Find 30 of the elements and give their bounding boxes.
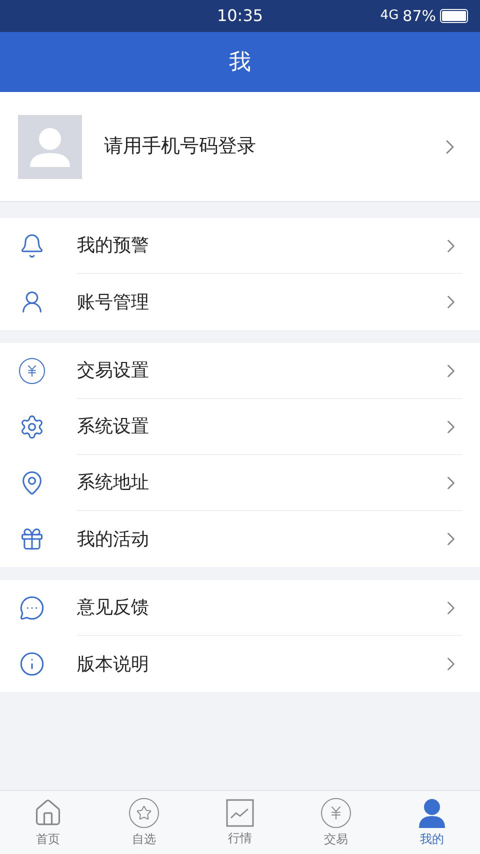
menu-item[interactable]: 意见反馈 xyxy=(0,580,480,636)
menu-item[interactable]: 版本说明 xyxy=(0,636,480,692)
yen-icon xyxy=(321,798,351,828)
home-icon xyxy=(33,798,63,828)
chat-bubble-icon xyxy=(19,595,45,621)
menu-item[interactable]: 我的活动 xyxy=(0,511,480,567)
tab[interactable]: 行情 xyxy=(192,791,288,854)
settings-icon xyxy=(19,414,45,440)
yen-icon xyxy=(19,358,45,384)
network-label: 4G xyxy=(380,7,399,26)
login-row[interactable]: 请用手机号码登录 xyxy=(0,92,480,202)
status-time: 10:35 xyxy=(216,5,264,27)
page-title: 我 xyxy=(229,48,251,76)
tab[interactable]: 首页 xyxy=(0,791,96,854)
chart-icon xyxy=(226,798,254,826)
menu-item[interactable]: 账号管理 xyxy=(0,274,480,330)
battery-icon xyxy=(440,9,468,23)
gift-icon xyxy=(19,526,45,552)
tab[interactable]: 自选 xyxy=(96,791,192,854)
info-icon xyxy=(19,651,45,677)
avatar-icon xyxy=(18,114,82,178)
menu-item[interactable]: 系统地址 xyxy=(0,455,480,511)
person-icon xyxy=(418,798,446,828)
tab[interactable]: 交易 xyxy=(288,791,384,854)
bell-icon xyxy=(19,233,45,259)
menu-item[interactable]: 系统设置 xyxy=(0,399,480,455)
menu-item[interactable]: 交易设置 xyxy=(0,343,480,399)
menu-item[interactable]: 我的预警 xyxy=(0,218,480,274)
tab[interactable]: 我的 xyxy=(384,791,480,854)
battery-percent: 87% xyxy=(402,6,436,27)
